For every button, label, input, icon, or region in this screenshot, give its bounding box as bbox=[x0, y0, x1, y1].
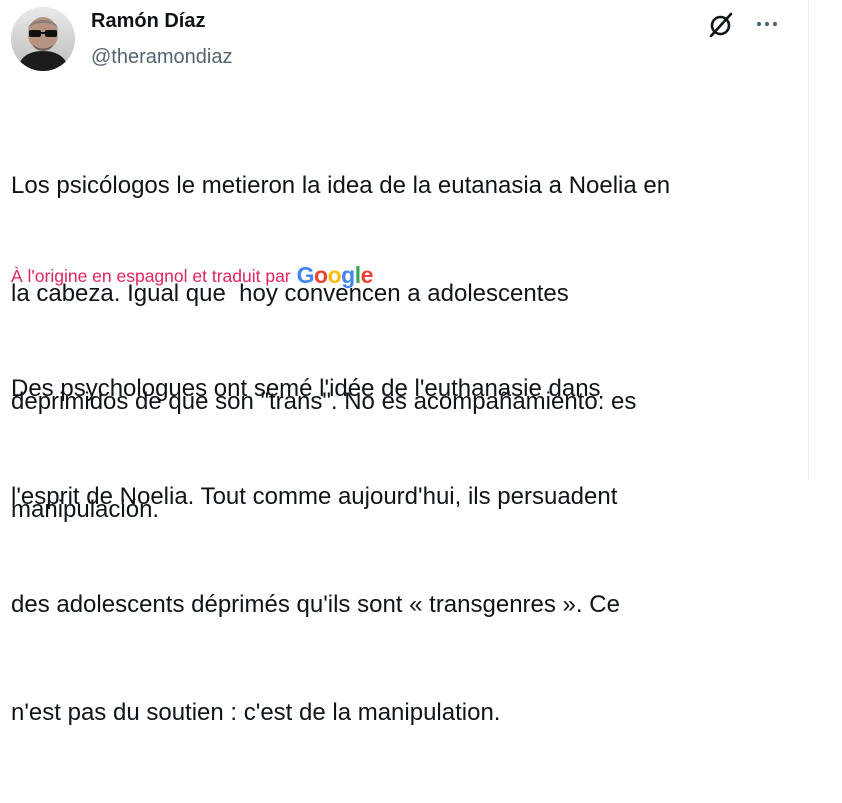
translated-line: l'esprit de Noelia. Tout comme aujourd'h… bbox=[11, 483, 618, 510]
grok-icon bbox=[709, 12, 733, 38]
grok-button[interactable] bbox=[704, 8, 738, 42]
translated-line: n'est pas du soutien : c'est de la manip… bbox=[11, 699, 501, 726]
google-letter: G bbox=[296, 262, 315, 288]
more-horizontal-icon bbox=[756, 21, 778, 27]
tweet-line: Los psicólogos le metieron la idea de la… bbox=[11, 172, 671, 199]
avatar-photo bbox=[11, 7, 75, 71]
google-letter: o bbox=[327, 262, 342, 288]
translation-attribution: À l'origine en espagnol et traduit par G… bbox=[11, 262, 373, 290]
translated-line: des adolescents déprimés qu'ils sont « t… bbox=[11, 591, 620, 618]
google-logo: Google bbox=[296, 261, 374, 289]
google-letter: g bbox=[341, 262, 355, 288]
author-handle[interactable]: @theramondiaz bbox=[91, 44, 232, 70]
translation-label[interactable]: À l'origine en espagnol et traduit par bbox=[11, 266, 291, 287]
more-button[interactable] bbox=[750, 10, 784, 38]
translated-line: Des psychologues ont semé l'idée de l'eu… bbox=[11, 375, 601, 402]
translated-text: Des psychologues ont semé l'idée de l'eu… bbox=[11, 299, 801, 803]
column-divider bbox=[808, 0, 809, 481]
post: Ramón Díaz @theramondiaz Los psicólogos … bbox=[0, 0, 808, 726]
google-letter: e bbox=[360, 262, 374, 288]
google-letter: o bbox=[314, 262, 328, 288]
author-name[interactable]: Ramón Díaz bbox=[91, 8, 205, 34]
avatar[interactable] bbox=[11, 7, 75, 71]
